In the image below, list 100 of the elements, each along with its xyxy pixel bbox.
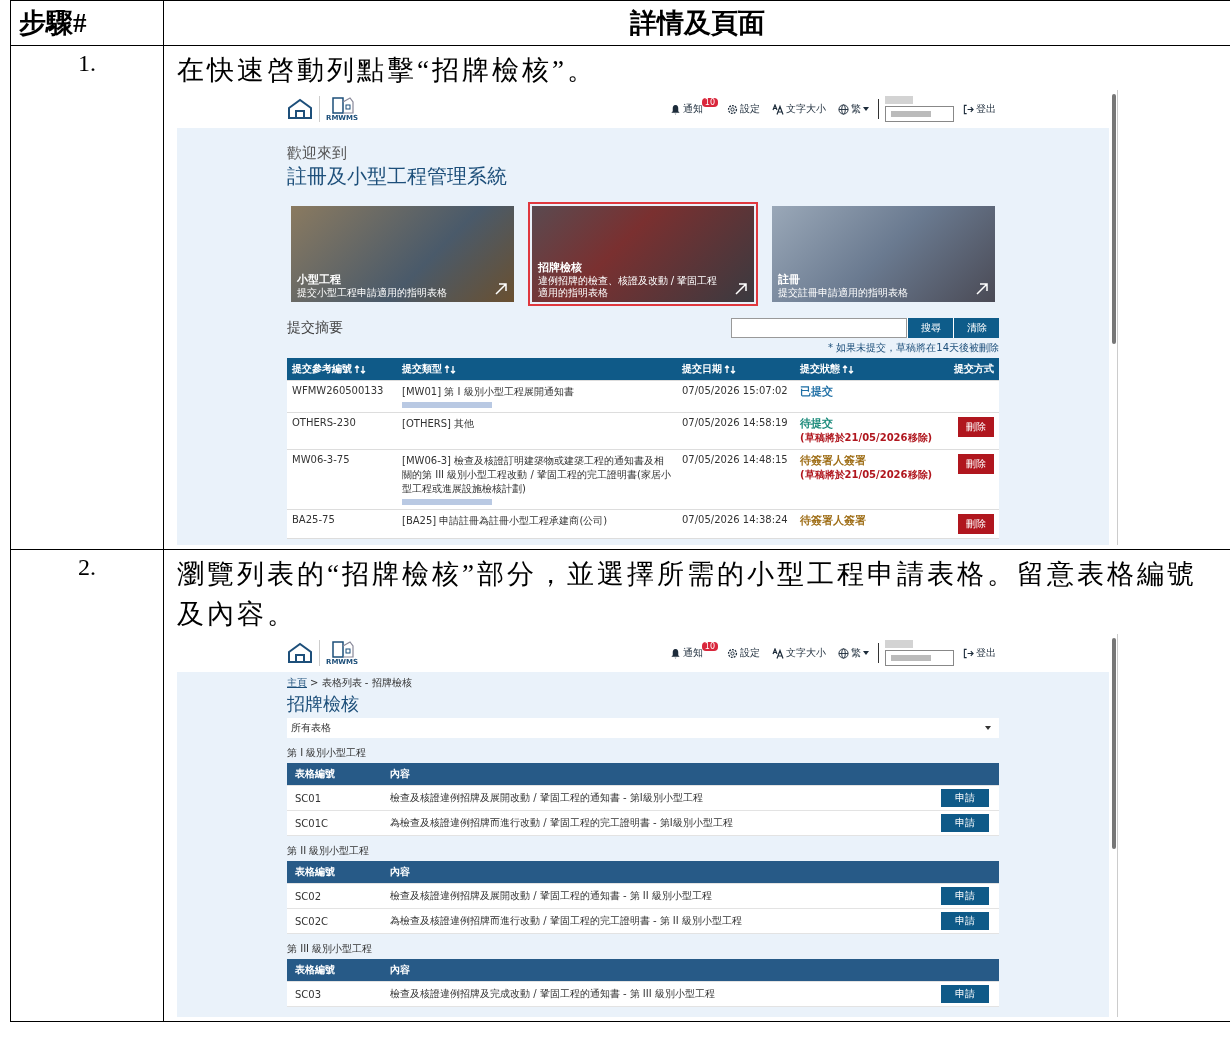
form-filter-dropdown[interactable]: 所有表格 bbox=[287, 718, 999, 738]
breadcrumb-link[interactable]: 主頁 bbox=[287, 676, 307, 690]
settings-button[interactable]: 設定 bbox=[724, 646, 763, 660]
clear-button[interactable]: 清除 bbox=[953, 318, 999, 338]
language-button[interactable]: 繁 bbox=[835, 102, 872, 116]
column-header: 表格編號 bbox=[295, 866, 335, 877]
scrollbar-thumb[interactable] bbox=[1112, 94, 1116, 345]
column-header: 表格編號 bbox=[295, 964, 335, 975]
table-cell: 檢查及核證違例招牌及展開改動 / 鞏固工程的通知書 - 第 II 級別小型工程 bbox=[390, 890, 712, 901]
settings-icon bbox=[727, 103, 738, 115]
system-title: 註冊及小型工程管理系統 bbox=[287, 163, 508, 190]
account-dropdown[interactable] bbox=[885, 106, 954, 122]
house-logo-icon bbox=[287, 98, 313, 120]
search-field[interactable] bbox=[731, 318, 907, 338]
removal-note: (草稿將於21/05/2026移除) bbox=[800, 431, 934, 445]
apply-button[interactable]: 申請 bbox=[941, 985, 989, 1003]
sort-icon[interactable] bbox=[354, 364, 366, 374]
delete-button[interactable]: 刪除 bbox=[958, 514, 994, 534]
arrow-icon bbox=[493, 282, 508, 296]
font-size-icon bbox=[772, 647, 784, 659]
building-logo-icon bbox=[330, 96, 355, 114]
table-cell: 07/05/2026 14:38:24 bbox=[682, 514, 788, 525]
column-header: 內容 bbox=[390, 768, 410, 779]
group-title: 第 III 級別小型工程 bbox=[287, 942, 374, 956]
column-header[interactable]: 提交類型 bbox=[402, 362, 456, 376]
table-cell: SC01 bbox=[295, 792, 322, 804]
font-size-button[interactable]: 文字大小 bbox=[769, 102, 829, 116]
card-description: 提交小型工程申請適用的指明表格 bbox=[297, 286, 448, 298]
welcome-text: 歡迎來到 bbox=[287, 144, 348, 163]
apply-button[interactable]: 申請 bbox=[941, 814, 989, 832]
globe-icon bbox=[838, 647, 849, 659]
column-header: 提交方式 bbox=[954, 362, 994, 376]
column-header: 內容 bbox=[390, 866, 410, 877]
step-instruction: 瀏覽列表的“招牌檢核”部分，並選擇所需的小型工程申請表格。留意表格編號及內容。 bbox=[177, 558, 1198, 631]
note-text: * 如果未提交，草稿將在14天後被刪除 bbox=[827, 341, 999, 355]
font-size-button[interactable]: 文字大小 bbox=[769, 646, 829, 660]
notification-badge: 10 bbox=[701, 641, 718, 651]
caret-icon bbox=[863, 651, 869, 655]
table-cell: 為檢查及核證違例招牌而進行改動 / 鞏固工程的完工證明書 - 第 II 級別小型工程 bbox=[390, 915, 742, 926]
account-dropdown[interactable] bbox=[885, 650, 954, 666]
card-description: 違例招牌的檢查、核證及改動 / 鞏固工程適用的指明表格 bbox=[537, 275, 719, 298]
quick-link-card[interactable]: 招牌檢核 違例招牌的檢查、核證及改動 / 鞏固工程適用的指明表格 bbox=[527, 202, 759, 306]
notification-badge: 10 bbox=[701, 97, 718, 107]
step-instruction: 在快速啓動列點擊“招牌檢核”。 bbox=[177, 54, 598, 87]
table-cell: SC02C bbox=[295, 915, 329, 927]
page-title: 招牌檢核 bbox=[287, 692, 360, 716]
column-header[interactable]: 提交狀態 bbox=[800, 362, 940, 376]
scrollbar-thumb[interactable] bbox=[1112, 638, 1116, 849]
column-header: 表格編號 bbox=[295, 768, 335, 779]
card-description: 提交註冊申請適用的指明表格 bbox=[778, 286, 910, 298]
status-text: 待提交 bbox=[800, 417, 833, 431]
apply-button[interactable]: 申請 bbox=[941, 887, 989, 905]
search-button[interactable]: 搜尋 bbox=[907, 318, 953, 338]
table-cell: 07/05/2026 14:58:19 bbox=[682, 417, 788, 428]
delete-button[interactable]: 刪除 bbox=[958, 417, 994, 437]
apply-button[interactable]: 申請 bbox=[941, 912, 989, 930]
settings-icon bbox=[727, 647, 738, 659]
table-cell: 檢查及核證違例招牌及展開改動 / 鞏固工程的通知書 - 第I級別小型工程 bbox=[390, 792, 703, 803]
table-cell: OTHERS-230 bbox=[292, 417, 356, 428]
sort-icon[interactable] bbox=[444, 364, 456, 374]
table-cell: MW06-3-75 bbox=[292, 454, 350, 465]
table-cell: BA25-75 bbox=[292, 514, 335, 525]
step-number: 2. bbox=[78, 554, 96, 580]
step-number: 1. bbox=[78, 50, 96, 76]
table-cell: 檢查及核證違例招牌及完成改動 / 鞏固工程的通知書 - 第 III 級別小型工程 bbox=[390, 988, 715, 999]
logout-icon bbox=[963, 647, 974, 659]
caret-icon bbox=[863, 107, 869, 111]
table-cell: 為檢查及核證違例招牌而進行改動 / 鞏固工程的完工證明書 - 第I級別小型工程 bbox=[390, 817, 733, 828]
sort-icon[interactable] bbox=[724, 364, 736, 374]
sort-icon[interactable] bbox=[842, 364, 854, 374]
table-cell: SC01C bbox=[295, 817, 329, 829]
table-cell: [BA25] 申請註冊為註冊小型工程承建商(公司) bbox=[402, 514, 608, 528]
caret-icon bbox=[985, 726, 991, 730]
house-logo-icon bbox=[287, 642, 313, 664]
table-cell: WFMW260500133 bbox=[292, 385, 384, 396]
status-text: 已提交 bbox=[800, 385, 833, 399]
globe-icon bbox=[838, 103, 849, 115]
column-header: 內容 bbox=[390, 964, 410, 975]
logout-button[interactable]: 登出 bbox=[960, 646, 999, 660]
arrow-icon bbox=[975, 282, 989, 296]
bell-icon bbox=[669, 647, 681, 659]
card-title: 招牌檢核 bbox=[537, 260, 583, 275]
table-cell: SC02 bbox=[295, 890, 322, 902]
card-title: 小型工程 bbox=[297, 271, 342, 287]
delete-button[interactable]: 刪除 bbox=[958, 454, 994, 474]
table-cell: [MW06-3] 檢查及核證訂明建築物或建築工程的通知書及相關的第 III 級別小型工程改動 / 鞏固工程的完工證明書(家居小型工程或進展設施檢核計劃) bbox=[402, 454, 672, 505]
language-button[interactable]: 繁 bbox=[835, 646, 872, 660]
bell-icon bbox=[669, 103, 681, 115]
group-title: 第 II 級別小型工程 bbox=[287, 844, 371, 858]
breadcrumb-text: > 表格列表 - 招牌檢核 bbox=[310, 676, 412, 690]
apply-button[interactable]: 申請 bbox=[941, 789, 989, 807]
status-text: 待簽署人簽署 bbox=[800, 454, 866, 468]
font-size-icon bbox=[772, 103, 784, 115]
table-cell: [MW01] 第 I 級別小型工程展開通知書 bbox=[402, 385, 574, 408]
column-header[interactable]: 提交參考編號 bbox=[292, 362, 366, 376]
logout-button[interactable]: 登出 bbox=[960, 102, 999, 116]
card-title: 註冊 bbox=[778, 271, 802, 287]
column-header[interactable]: 提交日期 bbox=[682, 362, 736, 376]
settings-button[interactable]: 設定 bbox=[724, 102, 763, 116]
group-title: 第 I 級別小型工程 bbox=[287, 746, 368, 760]
